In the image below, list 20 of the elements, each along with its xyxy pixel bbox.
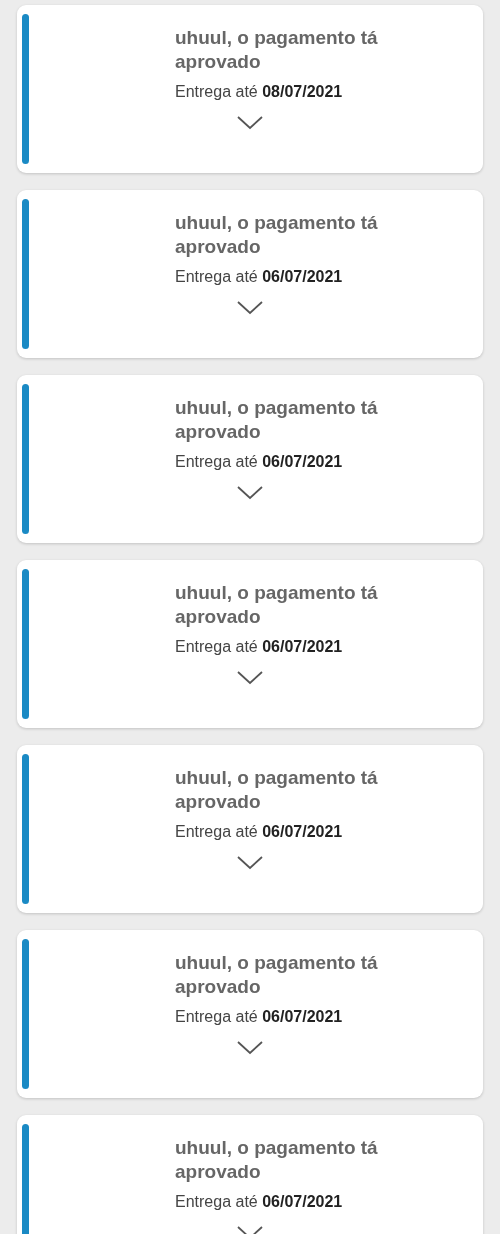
order-status-title: uhuul, o pagamento tá aprovado xyxy=(175,766,379,814)
order-status-title: uhuul, o pagamento tá aprovado xyxy=(175,396,379,444)
chevron-down-icon[interactable] xyxy=(236,855,264,871)
delivery-date: Entrega até 06/07/2021 xyxy=(175,1193,344,1211)
order-status-title: uhuul, o pagamento tá aprovado xyxy=(175,26,379,74)
delivery-date: Entrega até 06/07/2021 xyxy=(175,453,344,471)
order-status-title: uhuul, o pagamento tá aprovado xyxy=(175,951,379,999)
chevron-down-icon[interactable] xyxy=(236,485,264,501)
delivery-date: Entrega até 08/07/2021 xyxy=(175,83,344,101)
order-status-title: uhuul, o pagamento tá aprovado xyxy=(175,211,379,259)
delivery-date: Entrega até 06/07/2021 xyxy=(175,1008,344,1026)
chevron-down-icon[interactable] xyxy=(236,115,264,131)
delivery-date: Entrega até 06/07/2021 xyxy=(175,638,344,656)
chevron-down-icon[interactable] xyxy=(236,300,264,316)
chevron-down-icon[interactable] xyxy=(236,1040,264,1056)
delivery-date: Entrega até 06/07/2021 xyxy=(175,823,344,841)
order-status-title: uhuul, o pagamento tá aprovado xyxy=(175,1136,379,1184)
order-status-title: uhuul, o pagamento tá aprovado xyxy=(175,581,379,629)
chevron-down-icon[interactable] xyxy=(236,670,264,686)
delivery-date: Entrega até 06/07/2021 xyxy=(175,268,344,286)
